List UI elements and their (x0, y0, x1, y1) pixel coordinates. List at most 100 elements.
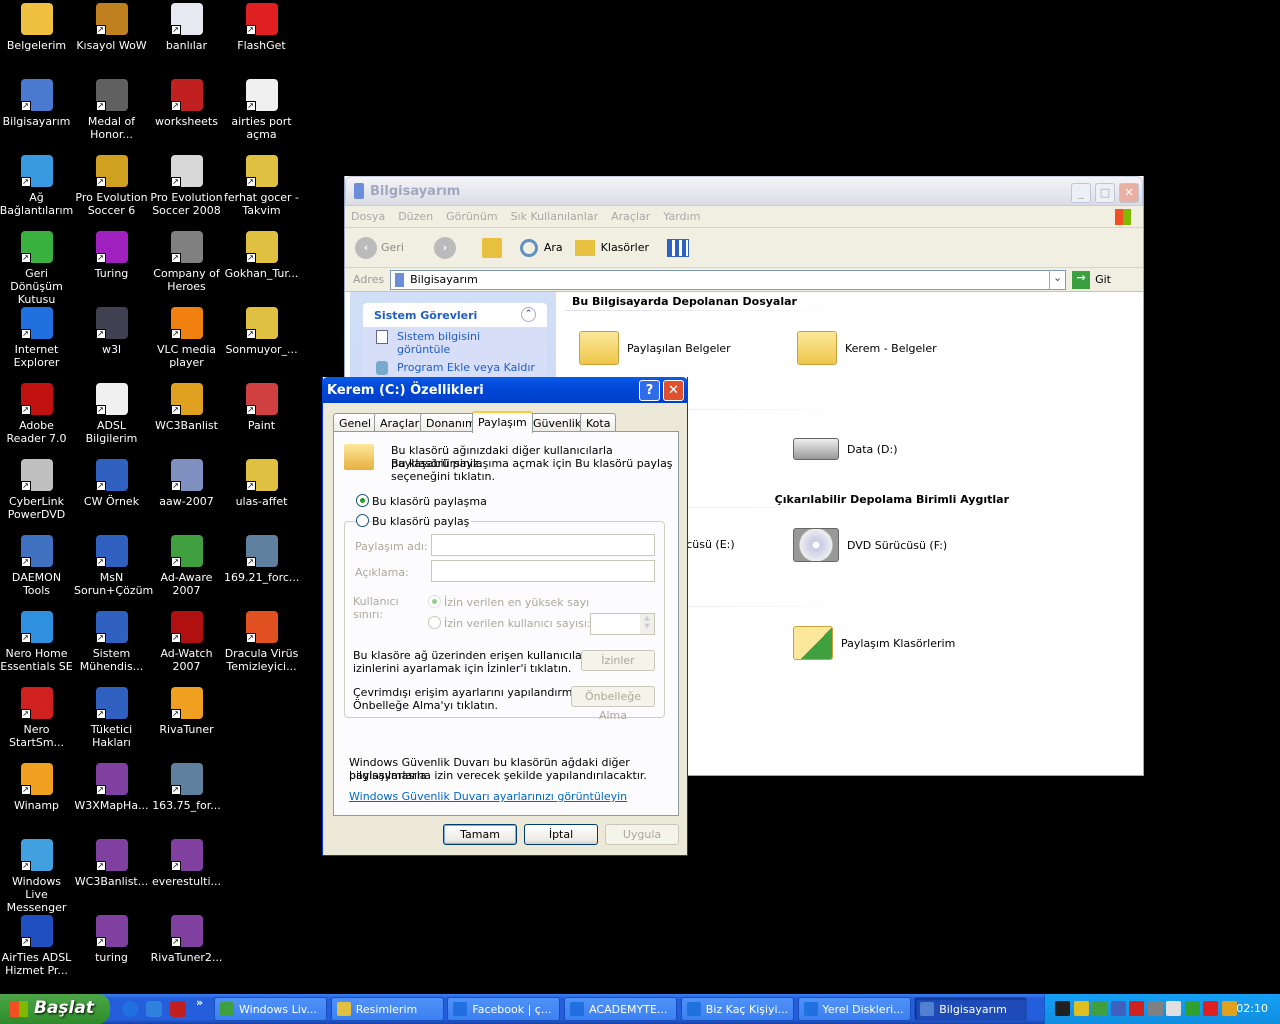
tray-icon[interactable] (1203, 1001, 1218, 1016)
desktop-icon[interactable]: ↗ 169.21_forc... (224, 532, 299, 584)
adobe-quicklaunch-icon[interactable] (170, 1001, 186, 1017)
desktop-icon[interactable]: ↗ RivaTuner2... (149, 912, 224, 964)
folders-button[interactable]: Klasörler (601, 241, 649, 254)
tab-sharing[interactable]: Paylaşım (472, 411, 533, 433)
menu-file[interactable]: Dosya (351, 210, 385, 223)
desktop-icon[interactable]: ↗ Ad-Watch 2007 (149, 608, 224, 673)
desktop-icon[interactable]: ↗ Ağ Bağlantılarım (0, 152, 74, 217)
desktop-icon[interactable]: ↗ Nero Home Essentials SE (0, 608, 74, 673)
tab-quota[interactable]: Kota (580, 413, 617, 432)
desktop-icon[interactable]: ↗ FlashGet (224, 0, 299, 52)
item-data-drive[interactable]: Data (D:) (793, 438, 898, 460)
desktop-icon[interactable]: ↗ Nero StartSm... (0, 684, 74, 749)
close-button[interactable]: ✕ (1119, 183, 1139, 203)
desktop-icon[interactable]: ↗ Sonmuyor_... (224, 304, 299, 356)
tray-icon[interactable] (1110, 1001, 1126, 1016)
desktop-icon[interactable]: ↗ AirTies ADSL Hizmet Pr... (0, 912, 74, 977)
dialog-title-bar[interactable]: Kerem (C:) Özellikleri (322, 377, 688, 403)
go-button[interactable]: Git (1095, 273, 1111, 286)
desktop-icon[interactable]: ↗ Medal of Honor... (74, 76, 149, 141)
desktop-icon[interactable]: ↗ everestulti... (149, 836, 224, 888)
menu-view[interactable]: Görünüm (446, 210, 497, 223)
search-icon[interactable] (519, 238, 538, 257)
taskbar-button[interactable]: Bilgisayarım (914, 997, 1028, 1021)
desktop-icon[interactable]: ↗ Pro Evolution Soccer 6 (74, 152, 149, 217)
quicklaunch-more-button[interactable]: » (196, 996, 203, 1009)
help-button[interactable]: ? (639, 380, 660, 401)
search-button[interactable]: Ara (544, 241, 563, 254)
desktop-icon[interactable]: ↗ Paint (224, 380, 299, 432)
desktop-icon[interactable]: ↗ WC3Banlist (149, 380, 224, 432)
taskbar-button[interactable]: ACADEMYTE... (564, 997, 678, 1021)
tray-icon[interactable] (1055, 1001, 1070, 1016)
radio-max-allowed[interactable] (428, 595, 441, 608)
permissions-button[interactable]: İzinler (581, 650, 655, 671)
caching-button[interactable]: Önbelleğe Alma (571, 686, 655, 722)
tray-icon[interactable] (1129, 1001, 1144, 1016)
taskbar-button[interactable]: Yerel Diskleri... (797, 997, 911, 1021)
comment-input[interactable] (431, 560, 655, 582)
apply-button[interactable]: Uygula (605, 824, 679, 845)
radio-max-allowed-label[interactable]: İzin verilen en yüksek sayı (444, 596, 589, 609)
share-name-input[interactable] (431, 534, 655, 556)
desktop-icon[interactable]: ↗ worksheets (149, 76, 224, 128)
desktop-icon[interactable]: ↗ banlılar (149, 0, 224, 52)
radio-do-not-share-label[interactable]: Bu klasörü paylaşma (372, 495, 487, 508)
desktop-icon[interactable]: ↗ Dracula Virüs Temizleyici... (224, 608, 299, 673)
desktop-icon[interactable]: ↗ CW Örnek (74, 456, 149, 508)
desktop-icon[interactable]: Belgelerim (0, 0, 74, 52)
ie-quicklaunch-icon[interactable] (122, 1001, 138, 1017)
menu-favorites[interactable]: Sık Kullanılanlar (511, 210, 599, 223)
desktop-icon[interactable]: ↗ MsN Sorun+Çözüm (74, 532, 153, 597)
minimize-button[interactable]: _ (1071, 183, 1091, 203)
desktop-icon[interactable]: ↗ W3XMapHa... (74, 760, 149, 812)
up-folder-icon[interactable] (481, 237, 502, 258)
menu-edit[interactable]: Düzen (398, 210, 433, 223)
menu-help[interactable]: Yardım (663, 210, 700, 223)
explorer-title-bar[interactable]: Bilgisayarım (345, 176, 1143, 206)
desktop-icon[interactable]: ↗ Adobe Reader 7.0 (0, 380, 74, 445)
radio-allowed-users-label[interactable]: İzin verilen kullanıcı sayısı: (444, 617, 591, 630)
desktop-icon[interactable]: ↗ Windows Live Messenger (0, 836, 74, 914)
start-button[interactable]: Başlat (0, 994, 110, 1024)
task-add-remove-programs[interactable]: Program Ekle veya Kaldır (363, 358, 547, 376)
task-view-system-info[interactable]: Sistem bilgisini görüntüle (363, 327, 547, 358)
desktop-icon[interactable]: ↗ ADSL Bilgilerim (74, 380, 149, 445)
desktop-icon[interactable]: ↗ Bilgisayarım (0, 76, 74, 128)
taskbar-button[interactable]: Facebook | ç... (447, 997, 561, 1021)
spinner-arrows-icon[interactable]: ▲ ▼ (640, 614, 654, 634)
taskbar-button[interactable]: Biz Kaç Kişiyi... (680, 997, 794, 1021)
radio-share[interactable] (356, 514, 369, 527)
tray-icon[interactable] (1166, 1001, 1181, 1016)
desktop-icon[interactable]: ↗ ulas-affet (224, 456, 299, 508)
back-button[interactable]: Geri (381, 241, 404, 254)
desktop-icon[interactable]: ↗ Pro Evolution Soccer 2008 (149, 152, 224, 217)
desktop-icon[interactable]: ↗ VLC media player (149, 304, 224, 369)
desktop-icon[interactable]: ↗ CyberLink PowerDVD (0, 456, 74, 521)
item-shared-folders[interactable]: Paylaşım Klasörlerim (793, 626, 955, 660)
firewall-settings-link[interactable]: Windows Güvenlik Duvarı ayarlarınızı gör… (349, 790, 627, 803)
menu-tools[interactable]: Araçlar (611, 210, 650, 223)
system-tasks-header[interactable]: Sistem Görevleri ⌃ (363, 303, 547, 327)
address-input[interactable]: Bilgisayarım ⌄ (390, 269, 1067, 290)
tray-icon[interactable] (1092, 1001, 1107, 1016)
go-arrow-icon[interactable]: → (1072, 270, 1091, 289)
tray-icon[interactable] (1147, 1001, 1163, 1016)
taskbar-button[interactable]: Resimlerim (330, 997, 444, 1021)
tab-security[interactable]: Güvenlik (527, 413, 588, 432)
desktop-icon[interactable]: ↗ Kısayol WoW (74, 0, 149, 52)
close-button[interactable]: ✕ (663, 380, 684, 401)
item-dvd-drive-f[interactable]: DVD Sürücüsü (F:) (793, 528, 947, 562)
desktop-icon[interactable]: ↗ Gokhan_Tur... (224, 228, 299, 280)
desktop-icon[interactable]: ↗ ferhat gocer - Takvim (224, 152, 299, 217)
desktop-icon[interactable]: ↗ 163.75_for... (149, 760, 224, 812)
desktop-icon[interactable]: ↗ w3l (74, 304, 149, 356)
ok-button[interactable]: Tamam (443, 824, 517, 845)
desktop-icon[interactable]: ↗ Internet Explorer (0, 304, 74, 369)
views-icon[interactable] (667, 238, 690, 257)
clock[interactable]: 02:10 (1236, 1002, 1268, 1015)
tab-general[interactable]: Genel (333, 413, 378, 432)
desktop-icon[interactable]: ↗ aaw-2007 (149, 456, 224, 508)
desktop-icon[interactable]: ↗ Turing (74, 228, 149, 280)
tray-icon[interactable] (1221, 1001, 1237, 1016)
